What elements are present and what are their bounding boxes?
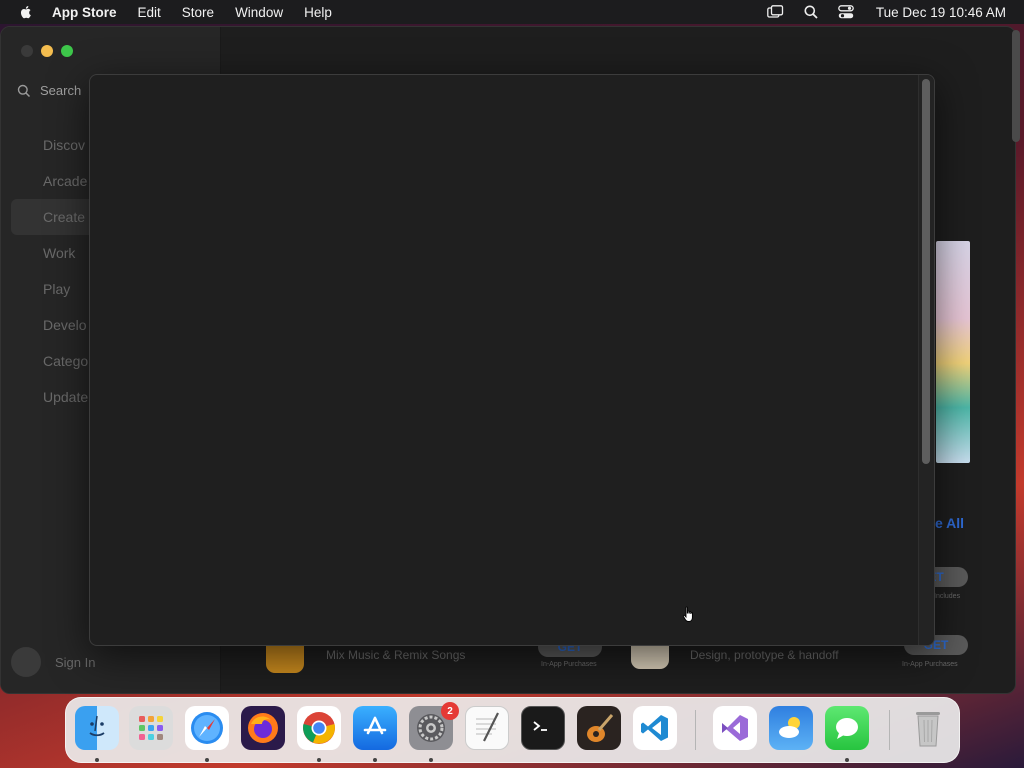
running-indicator [373, 758, 377, 762]
notification-badge: 2 [441, 702, 459, 720]
app-subtitle: Design, prototype & handoff [690, 648, 839, 662]
sign-in-button[interactable]: Sign In [11, 647, 95, 677]
app-name-menu[interactable]: App Store [52, 5, 117, 20]
hand-cursor-icon [682, 606, 693, 622]
edit-menu[interactable]: Edit [138, 5, 161, 20]
window-controls [21, 45, 73, 57]
dock-system-settings-icon[interactable]: 2 [409, 702, 459, 750]
dock: 2 [65, 697, 960, 763]
in-app-note: In-App Purchases [902, 661, 958, 668]
sidebar-item-label: Update [43, 389, 89, 405]
panel-scrollbar[interactable] [922, 79, 930, 464]
search-icon [17, 84, 31, 97]
app-subtitle: Mix Music & Remix Songs [326, 648, 466, 662]
zoom-window-button[interactable] [61, 45, 73, 57]
apple-menu-icon[interactable] [18, 4, 34, 20]
sidebar-item-label: Develo [43, 317, 87, 333]
store-menu[interactable]: Store [182, 5, 214, 20]
dock-launchpad-icon[interactable] [129, 706, 173, 750]
dock-weather-icon[interactable] [769, 706, 813, 750]
sidebar-item-label: Play [43, 281, 71, 297]
running-indicator [845, 758, 849, 762]
see-all-link[interactable]: e All [935, 515, 964, 531]
close-window-button[interactable] [21, 45, 33, 57]
running-indicator [317, 758, 321, 762]
window-menu[interactable]: Window [235, 5, 283, 20]
avatar [11, 647, 41, 677]
menu-bar: App Store Edit Store Window Help Tue Dec… [0, 0, 1024, 24]
minimize-window-button[interactable] [41, 45, 53, 57]
dock-finder-icon[interactable] [75, 706, 119, 750]
featured-banner-image[interactable] [936, 241, 970, 463]
sidebar-item-label: Arcade [43, 173, 88, 189]
sidebar-item-label: Discov [43, 137, 86, 153]
dock-separator [889, 710, 890, 750]
control-center-icon[interactable] [837, 4, 855, 20]
sidebar-search[interactable]: Search [17, 83, 81, 98]
help-menu[interactable]: Help [304, 5, 332, 20]
window-scrollbar[interactable] [1012, 30, 1020, 142]
dock-separator [695, 710, 696, 750]
dock-chrome-icon[interactable] [297, 706, 341, 750]
sidebar-item-label: Catego [43, 353, 89, 369]
running-indicator [205, 758, 209, 762]
menubar-clock[interactable]: Tue Dec 19 10:46 AM [876, 5, 1006, 20]
dock-trash-icon[interactable] [906, 706, 950, 750]
in-app-note: In-App Purchases [541, 661, 597, 668]
search-placeholder: Search [40, 83, 82, 98]
screen-mirroring-icon[interactable] [767, 4, 785, 20]
dock-messages-icon[interactable] [825, 706, 869, 750]
dock-visual-studio-icon[interactable] [713, 706, 757, 750]
overlay-panel[interactable] [89, 74, 935, 646]
running-indicator [429, 758, 433, 762]
dock-garageband-icon[interactable] [577, 706, 621, 750]
in-app-note: Includes [934, 593, 961, 600]
dock-vscode-icon[interactable] [633, 706, 677, 750]
dock-firefox-icon[interactable] [241, 706, 285, 750]
sidebar-item-label: Create [43, 209, 86, 225]
dock-safari-icon[interactable] [185, 706, 229, 750]
dock-app-store-icon[interactable] [353, 706, 397, 750]
dock-terminal-icon[interactable] [521, 706, 565, 750]
running-indicator [95, 758, 99, 762]
dock-textedit-icon[interactable] [465, 706, 509, 750]
spotlight-search-icon[interactable] [802, 4, 820, 20]
sign-in-label: Sign In [55, 654, 96, 670]
sidebar-item-label: Work [43, 245, 76, 261]
